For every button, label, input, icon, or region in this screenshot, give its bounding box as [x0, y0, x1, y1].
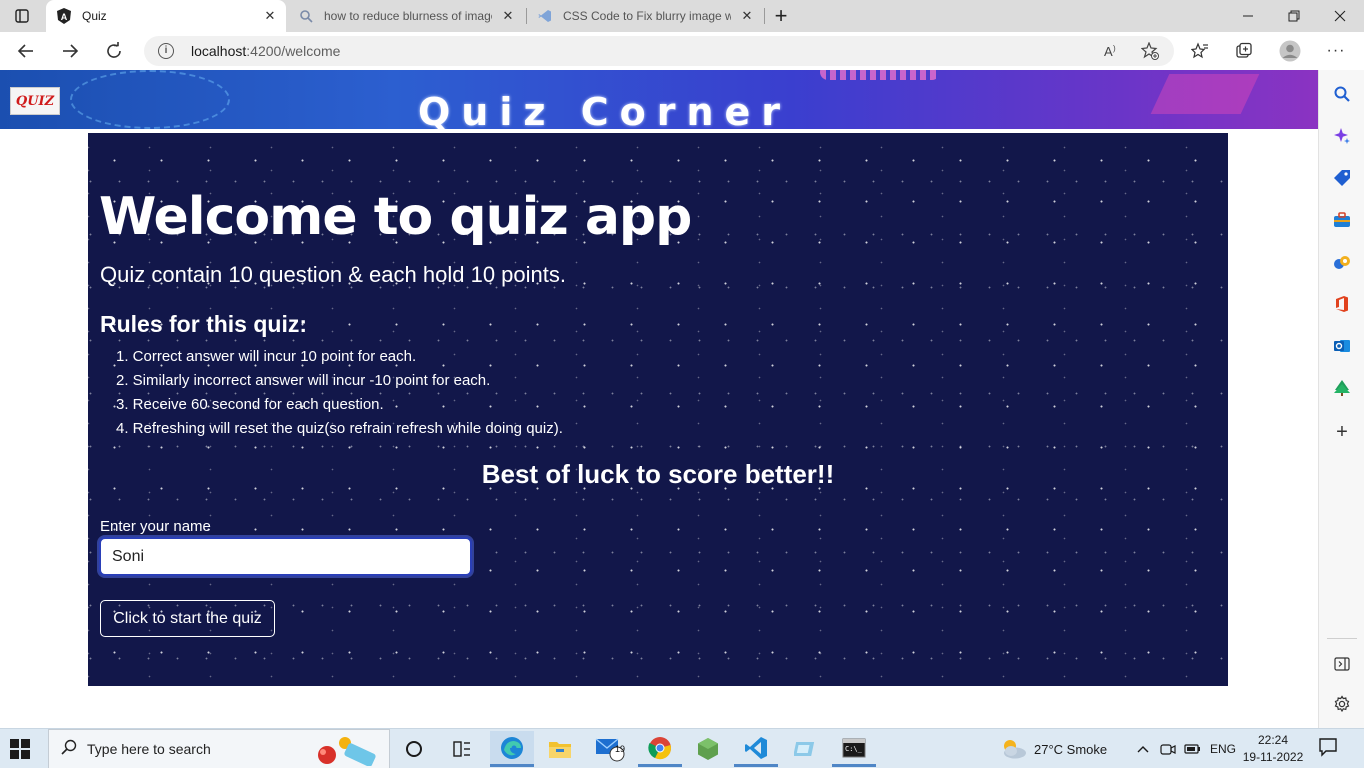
banner-decoration: [70, 70, 230, 129]
outlook-icon[interactable]: [1330, 334, 1354, 358]
quiz-banner: QUIZ Quiz Corner: [0, 70, 1318, 129]
tab-actions-icon[interactable]: [6, 0, 38, 32]
favorite-add-icon[interactable]: [1138, 40, 1162, 62]
edge-sidebar: +: [1318, 70, 1364, 728]
new-tab-button[interactable]: +: [768, 0, 794, 32]
tab-title: Quiz: [82, 9, 107, 23]
search-icon[interactable]: [1330, 82, 1354, 106]
mail-icon[interactable]: 19: [588, 731, 632, 767]
close-icon[interactable]: ✕: [260, 6, 280, 26]
sidebar-divider: [1327, 638, 1357, 639]
hide-sidebar-icon[interactable]: [1330, 652, 1354, 676]
refresh-icon[interactable]: [98, 35, 130, 67]
rule-item: 4. Refreshing will reset the quiz(so ref…: [116, 420, 563, 437]
search-placeholder: Type here to search: [87, 741, 211, 757]
task-view-icon[interactable]: [392, 731, 436, 767]
tab-quiz[interactable]: A Quiz ✕: [46, 0, 286, 32]
svg-text:): ): [1113, 44, 1116, 53]
meet-now-icon[interactable]: [1160, 729, 1176, 768]
url-text[interactable]: localhost:4200/welcome: [191, 43, 340, 59]
rule-item: 1. Correct answer will incur 10 point fo…: [116, 348, 417, 365]
rule-item: 3. Receive 60 second for each question.: [116, 396, 384, 413]
collections-icon[interactable]: [1228, 35, 1260, 67]
vscode-icon[interactable]: [734, 731, 778, 767]
banner-decoration: [1150, 74, 1260, 114]
games-icon[interactable]: [1330, 250, 1354, 274]
quiz-description: Quiz contain 10 question & each hold 10 …: [100, 262, 566, 287]
clock-time: 22:24: [1257, 733, 1289, 747]
search-highlight-icon: [318, 737, 376, 766]
tab-title: CSS Code to Fix blurry image wh: [563, 9, 731, 23]
favorites-icon[interactable]: [1184, 35, 1216, 67]
profile-avatar[interactable]: [1274, 35, 1306, 67]
welcome-panel: Welcome to quiz app Quiz contain 10 ques…: [88, 133, 1228, 686]
add-icon[interactable]: +: [1330, 420, 1354, 444]
more-menu-icon[interactable]: ···: [1320, 35, 1352, 67]
vscode-icon: [537, 8, 553, 24]
rules-heading: Rules for this quiz:: [100, 311, 307, 337]
weather-cloud-icon: [1004, 740, 1026, 759]
widgets-icon[interactable]: [440, 731, 484, 767]
restore-icon[interactable]: [1271, 0, 1317, 32]
file-explorer-icon[interactable]: [538, 731, 582, 767]
close-icon[interactable]: ✕: [498, 6, 518, 26]
tab-search[interactable]: how to reduce blurness of image ✕: [288, 0, 524, 32]
battery-network-icon[interactable]: [1184, 729, 1202, 768]
svg-text:A: A: [1104, 44, 1113, 59]
language-indicator[interactable]: ENG: [1210, 729, 1236, 768]
nodejs-icon[interactable]: [686, 731, 730, 767]
search-icon: [298, 8, 314, 24]
tab-strip: A Quiz ✕ how to reduce blurness of image…: [0, 0, 1364, 32]
copilot-sparkle-icon[interactable]: [1330, 124, 1354, 148]
browser-toolbar: i localhost:4200/welcome A) ···: [0, 32, 1364, 70]
start-quiz-button[interactable]: Click to start the quiz: [100, 600, 275, 637]
address-bar[interactable]: i localhost:4200/welcome A): [144, 36, 1174, 66]
settings-gear-icon[interactable]: [1330, 692, 1354, 716]
forward-icon[interactable]: [54, 35, 86, 67]
rule-item: 2. Similarly incorrect answer will incur…: [116, 372, 491, 389]
weather-text: 27°C Smoke: [1034, 741, 1108, 757]
svg-text:A: A: [61, 12, 68, 22]
site-info-icon[interactable]: i: [158, 43, 174, 59]
chrome-icon[interactable]: [638, 731, 682, 767]
good-luck-message: Best of luck to score better!!: [481, 459, 835, 489]
close-icon[interactable]: ✕: [737, 6, 757, 26]
office-icon[interactable]: [1330, 292, 1354, 316]
snipping-tool-icon[interactable]: [784, 731, 828, 767]
close-window-icon[interactable]: [1317, 0, 1363, 32]
minimize-icon[interactable]: [1225, 0, 1271, 32]
taskbar-search[interactable]: Type here to search: [48, 729, 390, 768]
clock-date: 19-11-2022: [1242, 750, 1304, 764]
shopping-tag-icon[interactable]: [1330, 166, 1354, 190]
tab-css-code[interactable]: CSS Code to Fix blurry image wh ✕: [527, 0, 763, 32]
back-icon[interactable]: [10, 35, 42, 67]
search-icon: [61, 739, 77, 760]
banner-decoration: [820, 70, 940, 80]
show-hidden-icons[interactable]: [1136, 729, 1150, 768]
tools-briefcase-icon[interactable]: [1330, 208, 1354, 232]
name-input[interactable]: [99, 537, 472, 576]
weather-widget[interactable]: 27°C Smoke: [1000, 729, 1107, 768]
mail-badge: 19: [615, 744, 626, 754]
windows-taskbar: Type here to search 19 C:\_ 27°C Smoke E…: [0, 728, 1364, 768]
page-title: Welcome to quiz app: [99, 187, 692, 247]
page-viewport: QUIZ Quiz Corner Welcome to quiz app Qui…: [0, 70, 1318, 728]
brand-title: Quiz Corner: [418, 90, 792, 129]
windows-start-icon[interactable]: [10, 739, 30, 759]
taskbar-clock[interactable]: 22:24 19-11-2022: [1238, 732, 1308, 766]
tab-title: how to reduce blurness of image: [324, 9, 492, 23]
angular-icon: A: [56, 8, 72, 24]
name-label: Enter your name: [100, 518, 211, 535]
terminal-icon[interactable]: C:\_: [832, 731, 876, 767]
notification-icon[interactable]: [1318, 737, 1342, 761]
svg-text:C:\_: C:\_: [845, 745, 863, 753]
rules-list: 1. Correct answer will incur 10 point fo…: [116, 345, 563, 441]
quiz-logo[interactable]: QUIZ: [10, 87, 60, 115]
read-aloud-icon[interactable]: A): [1100, 40, 1124, 62]
drop-tree-icon[interactable]: [1330, 376, 1354, 400]
edge-taskbar-icon[interactable]: [490, 731, 534, 767]
tab-separator: [764, 8, 765, 24]
